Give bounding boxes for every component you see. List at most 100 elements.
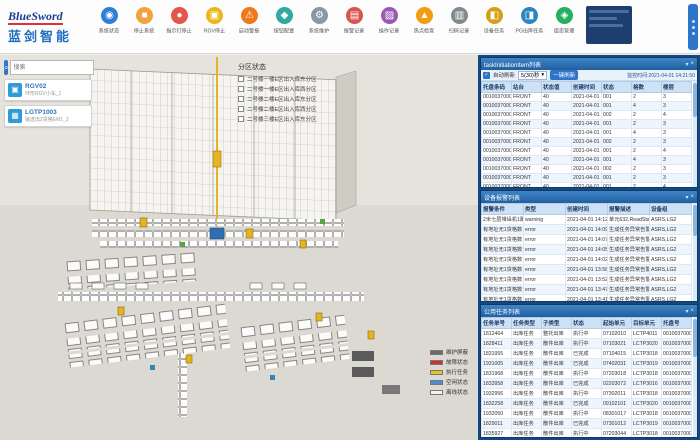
column-header[interactable]: 报警条件 <box>482 204 524 215</box>
toolbar-item[interactable]: ◨PG出库任务 <box>512 7 547 35</box>
table-row[interactable]: 1833958出库任务散件出库已完成02203072LCTP3016001003… <box>482 379 692 389</box>
device-card[interactable]: ▣RGV02环形RGV小车_1 <box>4 79 92 101</box>
column-header[interactable]: 设备组 <box>650 204 692 215</box>
column-header[interactable]: 状态 <box>602 82 632 93</box>
table-row[interactable]: 有地址无1货格数error2021-04-01 14:02:47生成任务异常告警… <box>482 255 692 265</box>
zone-checkbox[interactable] <box>238 106 244 112</box>
zone-checkbox[interactable] <box>238 116 244 122</box>
table-row[interactable]: 0010037000969357129FRONT402021-04-01 13:… <box>482 147 692 156</box>
zone-checkbox-row[interactable]: 二号楼二楼E区出入库西分区 <box>238 105 317 113</box>
table-row[interactable]: 0010037000960968934FRONT402021-04-01 13:… <box>482 93 692 102</box>
toolbar-item[interactable]: ⚠启动警报 <box>232 7 267 35</box>
zone-checkbox-row[interactable]: 二号楼二楼E区出入库东分区 <box>238 95 317 103</box>
table-row[interactable]: 0010037000969363129FRONT402021-04-01 13:… <box>482 156 692 165</box>
toolbar-item[interactable]: ◉系统状态 <box>92 7 127 35</box>
collapsed-panel-tab[interactable] <box>688 4 698 50</box>
toolbar-item[interactable]: ▥ 扫码记录 <box>442 7 477 35</box>
toolbar-item[interactable]: ▲热点检查 <box>407 7 442 35</box>
table-row[interactable]: 有地址无1货格数error2021-04-01 13:41:09生成任务异常告警… <box>482 295 692 302</box>
search-input[interactable] <box>10 60 94 75</box>
toolbar-item[interactable]: ▨操作记录 <box>372 7 407 35</box>
toolbar-item[interactable]: ⚙系统维护 <box>302 7 337 35</box>
frequency-select[interactable]: 5(30)秒 ▾ <box>518 71 547 80</box>
zone-checkbox-row[interactable]: 二号楼三楼E区出入库东分区 <box>238 115 317 123</box>
auto-refresh-checkbox[interactable]: ✓ <box>483 72 490 79</box>
toolbar-item[interactable]: ■停止系统 <box>127 7 162 35</box>
toolbar-item[interactable]: ▤报警记录 <box>337 7 372 35</box>
table-row[interactable]: 1812464出库任务整托出库执行中07102010LCTP4011001003… <box>482 329 692 339</box>
table-row[interactable]: 有地址无1货格数error2021-04-01 14:07:31生成任务异常告警… <box>482 235 692 245</box>
toolbar-item[interactable]: ◈组态管理 <box>547 7 582 35</box>
table-row[interactable]: 1932050出库任务散件出库执行中08301017LCTP3018001003… <box>482 409 692 419</box>
close-icon[interactable]: × <box>690 308 694 314</box>
column-header[interactable]: 状态值 <box>542 82 572 93</box>
column-header[interactable]: 楼层 <box>662 82 692 93</box>
table-row[interactable]: 0010037000961029457FRONT402021-04-01 13:… <box>482 120 692 129</box>
column-header[interactable]: 托盘号 <box>662 318 692 329</box>
main-area: ⌕ ▣RGV02环形RGV小车_1▦LGTP1003输送出2货格EM1_2 分区… <box>0 55 700 440</box>
table-row[interactable]: 1832258出库任务散件出库已完成09102101LCTP3020001003… <box>482 399 692 409</box>
table-row[interactable]: 0010037000960909717FRONT402021-04-01 13:… <box>482 165 692 174</box>
collapse-icon[interactable]: ▾ <box>685 194 688 201</box>
column-header[interactable]: 任务单号 <box>482 318 512 329</box>
zone-checkbox-row[interactable]: 二号楼一楼E区出入库东分区 <box>238 75 317 83</box>
table-row[interactable]: 1831955出库任务散件出库已完成07104015LCTP3018001003… <box>482 349 692 359</box>
table-cell: FRONT <box>512 129 542 138</box>
table-row[interactable]: 1828411出库任务散件出库执行中07103021LCTP3020001003… <box>482 339 692 349</box>
table-row[interactable]: 0010037000918356132FRONT402021-04-01 13:… <box>482 174 692 183</box>
column-header[interactable]: 格数 <box>632 82 662 93</box>
collapse-icon[interactable]: ▾ <box>685 308 688 315</box>
device-card[interactable]: ▦LGTP1003输送出2货格EM1_2 <box>4 105 92 127</box>
scan-log-icon: ▥ <box>451 7 468 24</box>
column-header[interactable]: 创建时间 <box>572 82 602 93</box>
column-header[interactable]: 状态 <box>572 318 602 329</box>
column-header[interactable]: 子类型 <box>542 318 572 329</box>
table-row[interactable]: 1831968出库任务散件出库执行中07203018LCTP3018001003… <box>482 369 692 379</box>
toolbar-item-label: 扫码记录 <box>449 27 469 35</box>
close-icon[interactable]: × <box>690 194 694 200</box>
refresh-button[interactable]: 一键刷新 <box>550 70 578 80</box>
close-icon[interactable]: × <box>690 61 694 67</box>
toolbar-item[interactable]: ◆按钮配置 <box>267 7 302 35</box>
scrollbar[interactable] <box>693 203 697 301</box>
table-row[interactable]: 0010037000969658744FRONT402021-04-01 13:… <box>482 102 692 111</box>
table-row[interactable]: 1835927出库任务散件出库执行中07203044LCTP3018001003… <box>482 429 692 438</box>
table-row[interactable]: 0010037000969356770FRONT402021-04-01 13:… <box>482 138 692 147</box>
scrollbar-thumb[interactable] <box>693 205 697 236</box>
table-row[interactable]: 1932956出库任务散件出库执行中07302011LCTP3018001003… <box>482 389 692 399</box>
search-icon[interactable]: ⌕ <box>4 60 8 75</box>
table-row[interactable]: 有地址无1货格数error2021-04-01 13:58:26生成任务异常告警… <box>482 265 692 275</box>
zone-checkbox[interactable] <box>238 76 244 82</box>
mini-panel-line <box>589 24 623 27</box>
table-row[interactable]: 0010037000915357129FRONT402021-04-01 13:… <box>482 183 692 188</box>
column-header[interactable]: 目标单元 <box>632 318 662 329</box>
column-header[interactable]: 站台 <box>512 82 542 93</box>
table-row[interactable]: 有地址无1货格数error2021-04-01 13:47:35生成任务异常告警… <box>482 285 692 295</box>
table-row[interactable]: 1931005出库任务散件出库已完成07402031LCTP3019001003… <box>482 359 692 369</box>
table-row[interactable]: 有地址无1货格数error2021-04-01 14:09:41生成任务异常告警… <box>482 225 692 235</box>
table-row[interactable]: 有地址无1货格数error2021-04-01 13:52:11生成任务异常告警… <box>482 275 692 285</box>
column-header[interactable]: 报警描述 <box>608 204 650 215</box>
column-header[interactable]: 起始单元 <box>602 318 632 329</box>
toolbar-item[interactable]: ◧设备任务 <box>477 7 512 35</box>
zone-checkbox-row[interactable]: 二号楼一楼E区出入库西分区 <box>238 85 317 93</box>
table-row[interactable]: 0010037000969358770FRONT402021-04-01 13:… <box>482 129 692 138</box>
column-header[interactable]: 类型 <box>524 204 566 215</box>
table-row[interactable]: 有地址无1货格数error2021-04-01 14:05:18生成任务异常告警… <box>482 245 692 255</box>
toolbar-item[interactable]: ●指示灯停止 <box>162 7 197 35</box>
column-header[interactable]: 创建时间 <box>566 204 608 215</box>
scrollbar-thumb[interactable] <box>693 83 697 117</box>
zone-checkbox[interactable] <box>238 86 244 92</box>
table-row[interactable]: 1829011出库任务散件出库已完成07301012LCTP3019001003… <box>482 419 692 429</box>
collapse-icon[interactable]: ▾ <box>685 61 688 68</box>
zone-checkbox[interactable] <box>238 96 244 102</box>
toolbar-item[interactable]: ▣RGV停止 <box>197 7 232 35</box>
scrollbar[interactable] <box>693 81 697 187</box>
table-row[interactable]: 2米七层堆垛机1跑位检测warning2021-04-01 14:12:52单元… <box>482 215 692 225</box>
scrollbar-thumb[interactable] <box>693 319 697 357</box>
scrollbar[interactable] <box>693 317 697 437</box>
column-header[interactable]: 任务类型 <box>512 318 542 329</box>
table-row[interactable]: 0010037000969582762FRONT402021-04-01 13:… <box>482 111 692 120</box>
column-header[interactable]: 托盘条码 <box>482 82 512 93</box>
notification-mini-panel[interactable] <box>586 6 632 44</box>
